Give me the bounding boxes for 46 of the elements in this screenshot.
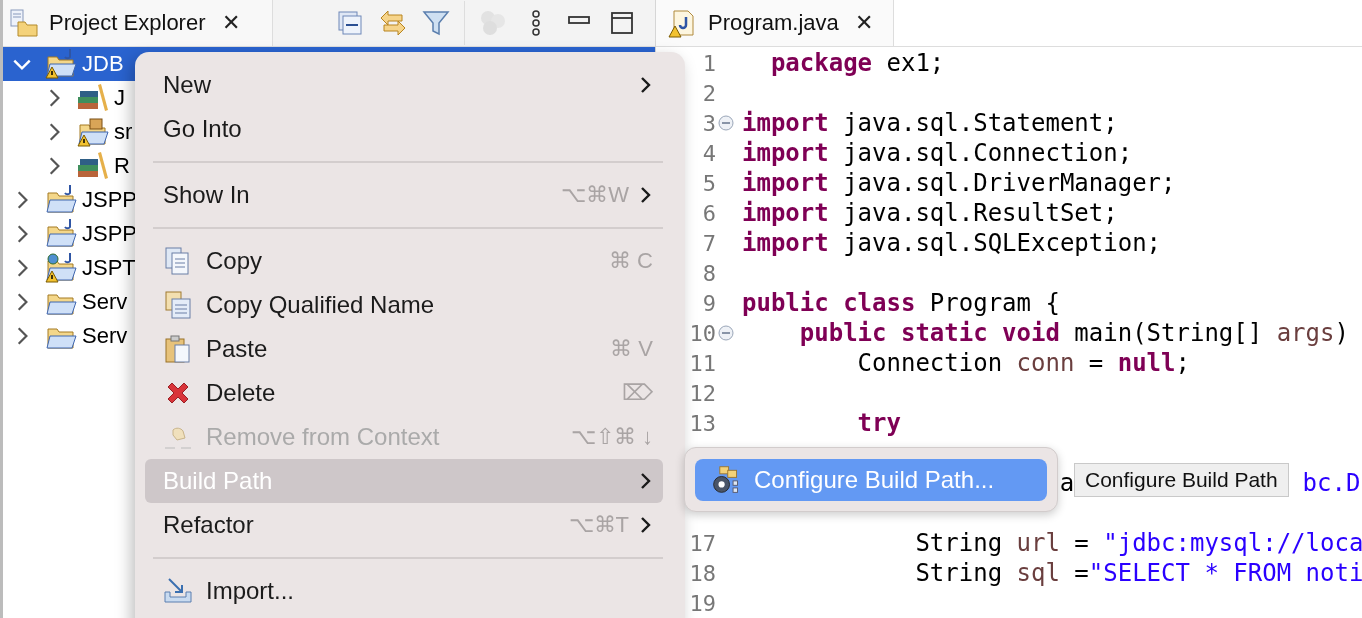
line-number: 12 (688, 380, 716, 406)
tree-item-label: JDB (82, 51, 124, 77)
code-fragment: a (1059, 468, 1075, 498)
shortcut-label: ⌥⇧⌘ ↓ (570, 424, 653, 450)
code-line: Connection conn = null; (856, 349, 1190, 377)
tree-item-label: Serv (82, 289, 128, 315)
tree-item-label: JSPP (82, 187, 138, 213)
line-number: 4 (701, 140, 716, 166)
tree-item-label: R (114, 153, 130, 179)
code-line: import java.sql.Statement; (742, 109, 1118, 137)
code-line: String url = "jdbc:mysql://loca (914, 529, 1362, 557)
shortcut-label: ⌦ (622, 380, 653, 406)
line-number: 6 (701, 200, 716, 226)
code-line: String sql ="SELECT * FROM noti (914, 559, 1362, 587)
line-number: 5 (701, 170, 716, 196)
line-number: 17 (688, 530, 716, 556)
line-number: 2 (701, 80, 716, 106)
line-number: 19 (688, 590, 716, 616)
tree-item-label: J (114, 85, 125, 111)
code-line: try (856, 409, 901, 437)
tree-item-label: Serv (82, 323, 128, 349)
code-line: public class Program { (742, 289, 1060, 317)
code-line: import java.sql.Connection; (742, 139, 1133, 167)
line-number: 3 (701, 110, 716, 136)
line-number: 9 (701, 290, 716, 316)
tree-item-label: sr (114, 119, 133, 145)
shortcut-label: ⌥⌘W (561, 182, 629, 208)
code-fragment: bc.D (1302, 468, 1361, 498)
shortcut-label: ⌘ V (610, 336, 653, 362)
code-line: package ex1; (769, 49, 945, 77)
line-number: 7 (701, 230, 716, 256)
tree-item-label: JSPT (82, 255, 136, 281)
line-number: 1 (701, 50, 716, 76)
line-number: 11 (688, 350, 716, 376)
code-line: public static void main(String[] args) (798, 319, 1349, 347)
line-number: 8 (701, 260, 716, 286)
line-number: 13 (688, 410, 716, 436)
code-line: import java.sql.SQLException; (742, 229, 1162, 257)
shortcut-label: ⌘ C (609, 248, 653, 274)
code-line: import java.sql.ResultSet; (742, 199, 1118, 227)
code-line: import java.sql.DriverManager; (742, 169, 1176, 197)
shortcut-label: ⌥⌘T (568, 512, 629, 538)
tree-item-label: JSPP (82, 221, 138, 247)
line-number: 10 (688, 320, 716, 346)
line-number: 18 (688, 560, 716, 586)
tooltip: Configure Build Path (1074, 463, 1289, 497)
